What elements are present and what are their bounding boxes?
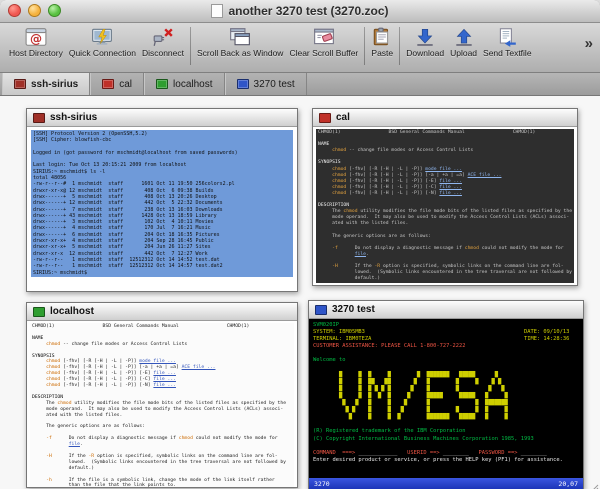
send-textfile-label: Send Textfile (483, 48, 532, 58)
panel-ssh-sirius-titlebar[interactable]: ssh-sirius (27, 109, 297, 127)
terminal-3270-status-left: 3270 (314, 480, 330, 488)
toolbar-separator (364, 27, 365, 65)
panel-ssh-sirius-screen[interactable]: [SSH] Protocol Version 2 (OpenSSH,5.2)[S… (27, 127, 297, 291)
disconnect-icon (152, 27, 174, 47)
host-directory-button[interactable]: @ Host Directory (6, 26, 66, 59)
clear-scroll-buffer-label: Clear Scroll Buffer (289, 48, 358, 58)
window-title: another 3270 test (3270.zoc) (211, 4, 388, 18)
panel-3270-test-terminal-icon (315, 305, 327, 315)
tab-ssh-sirius-label: ssh-sirius (31, 79, 78, 90)
panel-cal: cal CHMOD(1) BSD General Commands Manual… (312, 108, 578, 286)
toolbar: @ Host Directory Quick Connection Discon… (0, 23, 600, 73)
paste-icon (371, 27, 393, 47)
panel-cal-terminal-icon (319, 113, 331, 123)
tab-cal-terminal-icon (102, 79, 114, 89)
download-label: Download (406, 48, 444, 58)
host-directory-label: Host Directory (9, 48, 63, 58)
panel-3270-test-titlebar[interactable]: 3270 test (309, 301, 583, 319)
panel-cal-titlebar[interactable]: cal (313, 109, 577, 127)
quick-connection-label: Quick Connection (69, 48, 136, 58)
panel-ssh-sirius: ssh-sirius [SSH] Protocol Version 2 (Ope… (26, 108, 298, 292)
scrollback-window-label: Scroll Back as Window (197, 48, 283, 58)
paste-label: Paste (371, 48, 393, 58)
tab-3270-test-label: 3270 test (254, 79, 295, 90)
panel-cal-title: cal (336, 112, 350, 123)
tab-ssh-sirius-terminal-icon (14, 79, 26, 89)
localhost-terminal-text: CHMOD(1) BSD General Commands Manual CHM… (30, 323, 294, 487)
tab-3270-test[interactable]: 3270 test (225, 73, 307, 95)
scrollback-window-button[interactable]: Scroll Back as Window (194, 26, 286, 59)
panel-3270-test-title: 3270 test (332, 304, 375, 315)
app-window: another 3270 test (3270.zoc) @ Host Dire… (0, 0, 600, 489)
quick-connection-icon (91, 27, 113, 47)
zoom-button[interactable] (48, 4, 61, 17)
send-textfile-button[interactable]: Send Textfile (480, 26, 535, 59)
window-proxy-icon (211, 4, 223, 18)
clear-scroll-buffer-icon (313, 27, 335, 47)
session-tabbar: ssh-sirius cal localhost 3270 test (0, 73, 600, 96)
panel-localhost-terminal-icon (33, 307, 45, 317)
tab-localhost-label: localhost (173, 79, 212, 90)
panel-localhost-titlebar[interactable]: localhost (27, 303, 297, 321)
tab-cal[interactable]: cal (90, 73, 144, 95)
tab-3270-test-terminal-icon (237, 79, 249, 89)
paste-button[interactable]: Paste (368, 26, 396, 59)
panel-localhost-title: localhost (50, 306, 94, 317)
terminal-3270-statusbar: 3270 20,07 (309, 478, 583, 489)
minimize-button[interactable] (28, 4, 41, 17)
clear-scroll-buffer-button[interactable]: Clear Scroll Buffer (286, 26, 361, 59)
terminal-3270-status-right: 20,07 (558, 480, 578, 488)
panel-cal-screen[interactable]: CHMOD(1) BSD General Commands Manual CHM… (313, 127, 577, 285)
toolbar-separator (190, 27, 191, 65)
window-titlebar[interactable]: another 3270 test (3270.zoc) (0, 0, 600, 23)
toolbar-overflow-chevron[interactable]: » (583, 35, 595, 52)
svg-text:@: @ (30, 32, 42, 46)
cal-terminal-text: CHMOD(1) BSD General Commands Manual CHM… (316, 129, 574, 283)
tab-ssh-sirius[interactable]: ssh-sirius (2, 73, 90, 95)
quick-connection-button[interactable]: Quick Connection (66, 26, 139, 59)
ssh-terminal-text: [SSH] Protocol Version 2 (OpenSSH,5.2)[S… (31, 130, 293, 277)
traffic-lights (8, 4, 61, 17)
resize-grip[interactable] (587, 482, 599, 489)
tab-cal-label: cal (119, 79, 132, 90)
toolbar-separator (399, 27, 400, 65)
upload-button[interactable]: Upload (447, 26, 480, 59)
session-tile-area: ssh-sirius [SSH] Protocol Version 2 (Ope… (0, 96, 600, 489)
tab-localhost-terminal-icon (156, 79, 168, 89)
send-textfile-icon (496, 27, 518, 47)
panel-3270-test: 3270 test SVM020IPSYSTEM: IBM05MB3 DATE:… (308, 300, 584, 489)
panel-3270-test-screen[interactable]: SVM020IPSYSTEM: IBM05MB3 DATE: 09/10/13T… (309, 319, 583, 489)
upload-icon (453, 27, 475, 47)
disconnect-button[interactable]: Disconnect (139, 26, 187, 59)
scrollback-window-icon (229, 27, 251, 47)
download-icon (414, 27, 436, 47)
host-directory-icon: @ (25, 27, 47, 47)
panel-ssh-sirius-terminal-icon (33, 113, 45, 123)
close-button[interactable] (8, 4, 21, 17)
disconnect-label: Disconnect (142, 48, 184, 58)
panel-localhost-screen[interactable]: CHMOD(1) BSD General Commands Manual CHM… (27, 321, 297, 487)
tab-localhost[interactable]: localhost (144, 73, 224, 95)
terminal-3270-text: SVM020IPSYSTEM: IBM05MB3 DATE: 09/10/13T… (309, 319, 583, 478)
panel-ssh-sirius-title: ssh-sirius (50, 112, 97, 123)
window-title-text: another 3270 test (3270.zoc) (228, 4, 388, 18)
panel-localhost: localhost CHMOD(1) BSD General Commands … (26, 302, 298, 488)
download-button[interactable]: Download (403, 26, 447, 59)
upload-label: Upload (450, 48, 477, 58)
